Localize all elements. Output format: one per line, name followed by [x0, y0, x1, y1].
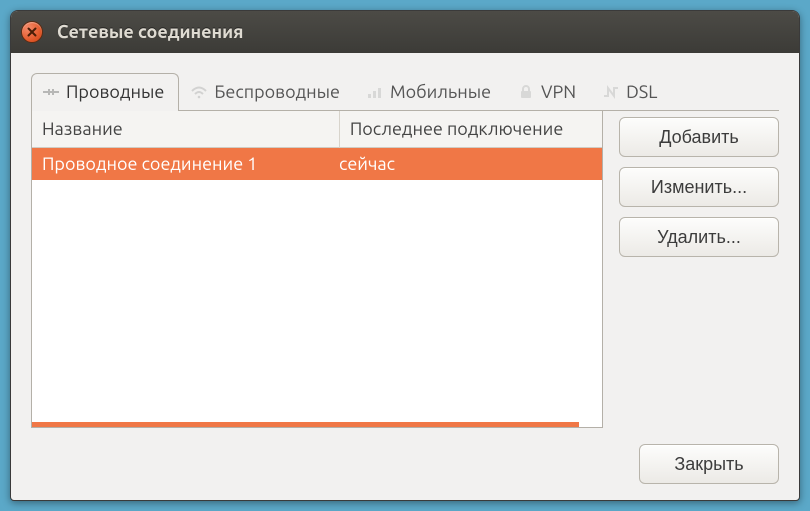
dsl-icon — [602, 84, 620, 100]
close-button[interactable]: Закрыть — [639, 444, 779, 484]
connection-name: Проводное соединение 1 — [42, 154, 339, 174]
tab-label: Мобильные — [390, 82, 491, 102]
tab-label: Беспроводные — [214, 82, 340, 102]
table-row[interactable]: Проводное соединение 1 сейчас — [32, 148, 602, 180]
list-header: Название Последнее подключение — [32, 111, 602, 148]
connection-last: сейчас — [339, 154, 592, 174]
main-row: Название Последнее подключение Проводное… — [31, 111, 779, 428]
column-header-last[interactable]: Последнее подключение — [340, 111, 602, 148]
tab-label: DSL — [626, 82, 657, 102]
close-icon — [27, 27, 37, 37]
network-connections-window: Сетевые соединения Проводные Беспроводны… — [10, 10, 800, 501]
titlebar: Сетевые соединения — [11, 11, 799, 53]
tab-wired[interactable]: Проводные — [31, 73, 179, 111]
tab-dsl[interactable]: DSL — [591, 73, 672, 110]
column-header-name[interactable]: Название — [32, 111, 340, 148]
delete-button[interactable]: Удалить... — [619, 217, 779, 257]
wired-icon — [42, 84, 60, 100]
tab-vpn[interactable]: VPN — [506, 73, 591, 110]
window-close-button[interactable] — [21, 21, 43, 43]
lock-icon — [517, 84, 535, 100]
edit-button[interactable]: Изменить... — [619, 167, 779, 207]
add-button[interactable]: Добавить — [619, 117, 779, 157]
side-buttons: Добавить Изменить... Удалить... — [619, 111, 779, 428]
tab-wireless[interactable]: Беспроводные — [179, 73, 355, 110]
selection-highlight-bar — [32, 422, 579, 427]
tab-label: VPN — [541, 82, 576, 102]
footer: Закрыть — [31, 428, 779, 484]
window-title: Сетевые соединения — [57, 22, 243, 42]
signal-icon — [366, 84, 384, 100]
tab-mobile[interactable]: Мобильные — [355, 73, 506, 110]
tab-bar: Проводные Беспроводные Мобильные VPN — [31, 73, 779, 111]
list-body[interactable]: Проводное соединение 1 сейчас — [32, 148, 602, 422]
tab-label: Проводные — [66, 82, 164, 102]
connections-list: Название Последнее подключение Проводное… — [31, 111, 603, 428]
wireless-icon — [190, 84, 208, 100]
content-area: Проводные Беспроводные Мобильные VPN — [11, 53, 799, 500]
